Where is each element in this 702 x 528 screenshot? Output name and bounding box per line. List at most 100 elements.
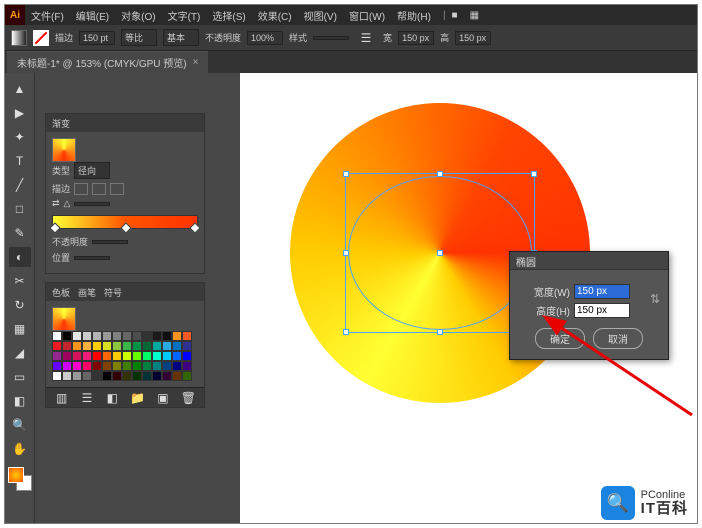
- handle-ml[interactable]: [343, 250, 349, 256]
- fill-color-icon[interactable]: [8, 467, 24, 483]
- handle-tr[interactable]: [531, 171, 537, 177]
- brush-preset-select[interactable]: 基本: [163, 29, 199, 46]
- swatch-cell[interactable]: [182, 361, 192, 371]
- swatch-cell[interactable]: [122, 341, 132, 351]
- swatch-cell[interactable]: [102, 351, 112, 361]
- swatch-cell[interactable]: [72, 371, 82, 381]
- constrain-proportions-icon[interactable]: ⇅: [650, 292, 660, 306]
- swatch-cell[interactable]: [62, 341, 72, 351]
- swatch-cell[interactable]: [172, 341, 182, 351]
- width-input[interactable]: 150 px: [398, 31, 434, 45]
- swatch-cell[interactable]: [82, 371, 92, 381]
- selection-tool-icon[interactable]: ▲: [9, 79, 31, 99]
- menu-file[interactable]: 文件(F): [25, 8, 70, 23]
- swatch-cell[interactable]: [62, 331, 72, 341]
- no-stroke-icon[interactable]: [33, 30, 49, 46]
- swatch-cell[interactable]: [92, 351, 102, 361]
- direct-select-tool-icon[interactable]: ▶: [9, 103, 31, 123]
- swatch-cell[interactable]: [82, 351, 92, 361]
- swatch-cell[interactable]: [182, 351, 192, 361]
- hand-tool-icon[interactable]: ✋: [9, 439, 31, 459]
- stroke-size-input[interactable]: 150 pt: [79, 31, 115, 45]
- menu-type[interactable]: 文字(T): [162, 8, 207, 23]
- handle-bl[interactable]: [343, 329, 349, 335]
- gradient-stop-2[interactable]: [120, 222, 131, 233]
- swatch-cell[interactable]: [172, 331, 182, 341]
- swatch-cell[interactable]: [172, 371, 182, 381]
- swatch-cell[interactable]: [62, 361, 72, 371]
- uniform-select[interactable]: 等比: [121, 29, 157, 46]
- swatch-cell[interactable]: [132, 341, 142, 351]
- swatch-cell[interactable]: [132, 371, 142, 381]
- workspace-switch-icon[interactable]: ■: [446, 10, 464, 21]
- swatch-cell[interactable]: [132, 331, 142, 341]
- brushes-tab[interactable]: 画笔: [78, 286, 96, 299]
- swatch-cell[interactable]: [152, 361, 162, 371]
- swatch-cell[interactable]: [82, 341, 92, 351]
- swatch-cell[interactable]: [52, 371, 62, 381]
- menu-edit[interactable]: 编辑(E): [70, 8, 115, 23]
- dialog-title[interactable]: 椭圆: [510, 252, 668, 270]
- menu-effect[interactable]: 效果(C): [252, 8, 298, 23]
- handle-tl[interactable]: [343, 171, 349, 177]
- swatch-cell[interactable]: [172, 361, 182, 371]
- swatch-cell[interactable]: [112, 361, 122, 371]
- swatch-cell[interactable]: [182, 341, 192, 351]
- swatch-cell[interactable]: [72, 341, 82, 351]
- swatch-cell[interactable]: [132, 351, 142, 361]
- stroke-align-2-icon[interactable]: [92, 183, 106, 195]
- gradient-stop-1[interactable]: [49, 222, 60, 233]
- swatch-cell[interactable]: [102, 371, 112, 381]
- swatch-library-icon[interactable]: ▥: [52, 388, 71, 408]
- swatch-cell[interactable]: [62, 351, 72, 361]
- selection-bounding-box[interactable]: [345, 173, 535, 333]
- rectangle-tool-icon[interactable]: □: [9, 199, 31, 219]
- swatch-cell[interactable]: [122, 361, 132, 371]
- swatch-cell[interactable]: [162, 351, 172, 361]
- swatch-cell[interactable]: [122, 331, 132, 341]
- swatch-cell[interactable]: [122, 351, 132, 361]
- opacity-input[interactable]: 100%: [247, 31, 283, 45]
- swatch-cell[interactable]: [132, 361, 142, 371]
- swatch-cell[interactable]: [122, 371, 132, 381]
- ok-button[interactable]: 确定: [535, 328, 585, 349]
- gradient-type-select[interactable]: 径向: [74, 162, 110, 179]
- swatch-cell[interactable]: [152, 351, 162, 361]
- menu-window[interactable]: 窗口(W): [343, 8, 391, 23]
- swatch-options-icon[interactable]: ◧: [103, 388, 122, 408]
- swatches-tab[interactable]: 色板: [52, 286, 70, 299]
- swatch-cell[interactable]: [82, 361, 92, 371]
- line-tool-icon[interactable]: ╱: [9, 175, 31, 195]
- gradient-slider[interactable]: [52, 215, 198, 229]
- swatch-cell[interactable]: [182, 371, 192, 381]
- zoom-tool-icon[interactable]: 🔍: [9, 415, 31, 435]
- swatch-cell[interactable]: [102, 341, 112, 351]
- handle-center[interactable]: [437, 250, 443, 256]
- swatch-cell[interactable]: [182, 331, 192, 341]
- swatch-cell[interactable]: [142, 361, 152, 371]
- swatch-cell[interactable]: [52, 351, 62, 361]
- swatch-cell[interactable]: [152, 341, 162, 351]
- close-tab-icon[interactable]: ×: [193, 57, 199, 68]
- current-swatch[interactable]: [52, 307, 76, 331]
- swatch-cell[interactable]: [72, 361, 82, 371]
- magic-wand-tool-icon[interactable]: ✦: [9, 127, 31, 147]
- gradient-stop-3[interactable]: [189, 222, 200, 233]
- cancel-button[interactable]: 取消: [593, 328, 643, 349]
- swatch-cell[interactable]: [162, 371, 172, 381]
- swatch-cell[interactable]: [72, 331, 82, 341]
- menu-view[interactable]: 视图(V): [298, 8, 343, 23]
- swatch-cell[interactable]: [92, 371, 102, 381]
- mesh-tool-icon[interactable]: ▦: [9, 319, 31, 339]
- ellipse-tool-icon[interactable]: ◐: [9, 247, 31, 267]
- swatch-cell[interactable]: [152, 331, 162, 341]
- swatch-cell[interactable]: [72, 351, 82, 361]
- swatch-cell[interactable]: [112, 351, 122, 361]
- align-icon[interactable]: ☰: [355, 28, 377, 48]
- delete-swatch-icon[interactable]: 🗑: [179, 388, 198, 408]
- style-select[interactable]: [313, 36, 349, 40]
- stroke-align-3-icon[interactable]: [110, 183, 124, 195]
- slice-tool-icon[interactable]: ◧: [9, 391, 31, 411]
- swatch-cell[interactable]: [52, 341, 62, 351]
- swatch-cell[interactable]: [142, 351, 152, 361]
